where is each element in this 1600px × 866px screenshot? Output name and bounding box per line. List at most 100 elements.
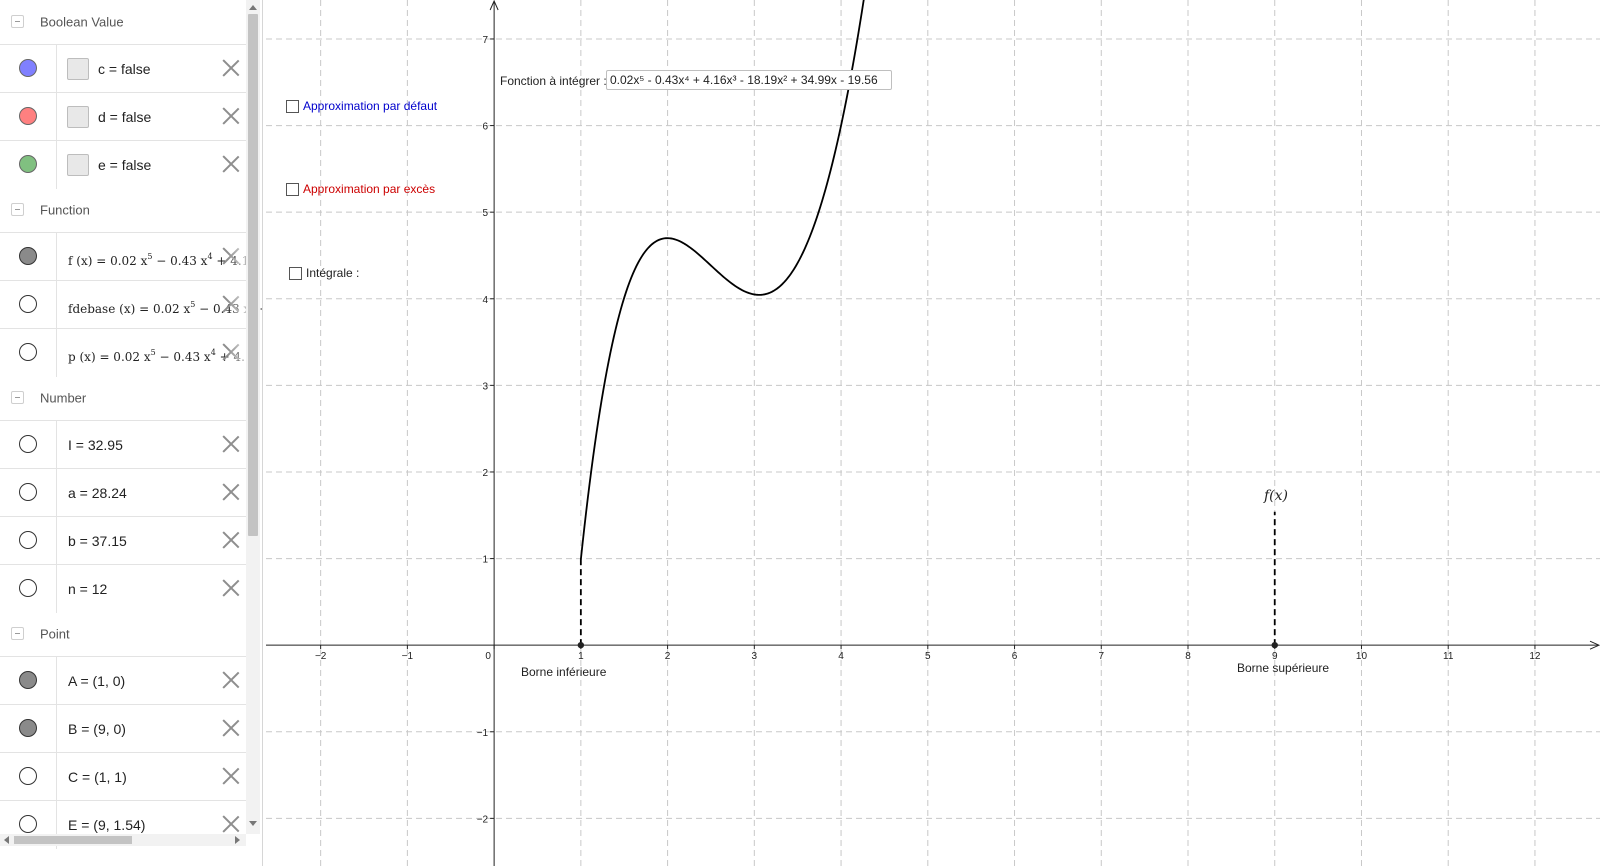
visibility-cell[interactable] [0, 705, 57, 753]
visibility-toggle-icon[interactable] [19, 435, 37, 453]
checkbox-approximation-exces-label[interactable]: Approximation par excès [303, 182, 435, 196]
visibility-cell[interactable] [0, 565, 57, 613]
point-A [577, 641, 585, 649]
algebra-row-point-A[interactable]: A = (1, 0) [0, 656, 250, 705]
y-tick-label: 1 [483, 555, 489, 566]
boolean-checkbox[interactable] [67, 106, 89, 128]
delete-icon[interactable] [222, 719, 240, 737]
vertical-scrollbar[interactable] [246, 0, 260, 834]
visibility-toggle-icon[interactable] [19, 155, 37, 173]
visibility-toggle-icon[interactable] [19, 815, 37, 833]
delete-icon[interactable] [222, 483, 240, 501]
algebra-row-function-fdebase[interactable]: fdebase (x) = 0.02 x5 − 0.43 x4 + [0, 280, 262, 329]
visibility-toggle-icon[interactable] [19, 247, 37, 265]
visibility-toggle-icon[interactable] [19, 531, 37, 549]
number-definition[interactable]: I = 32.95 [68, 421, 123, 469]
delete-icon[interactable] [222, 531, 240, 549]
visibility-toggle-icon[interactable] [19, 483, 37, 501]
collapse-icon[interactable] [11, 203, 24, 216]
section-header-function[interactable]: Function [0, 188, 250, 232]
algebra-row-number-n[interactable]: n = 12 [0, 564, 250, 613]
visibility-cell[interactable] [0, 657, 57, 705]
point-definition[interactable]: B = (9, 0) [68, 705, 126, 753]
graphics-view[interactable]: −2 −1 0 1 2 3 4 5 6 7 8 9 10 11 12 −2 −1 1 2 3 4 5 6 7 Fonction… [266, 0, 1600, 866]
horizontal-scrollbar[interactable] [0, 834, 246, 846]
section-header-boolean[interactable]: Boolean Value [0, 0, 250, 44]
visibility-cell[interactable] [0, 93, 57, 141]
function-input-field[interactable]: 0.02x⁵ - 0.43x⁴ + 4.16x³ - 18.19x² + 34.… [606, 70, 892, 90]
checkbox-integrale[interactable] [289, 267, 302, 280]
algebra-row-number-a[interactable]: a = 28.24 [0, 468, 250, 517]
visibility-cell[interactable] [0, 281, 57, 329]
delete-icon[interactable] [222, 579, 240, 597]
visibility-cell[interactable] [0, 233, 57, 281]
visibility-toggle-icon[interactable] [19, 671, 37, 689]
algebra-row-function-p[interactable]: p (x) = 0.02 x5 − 0.43 x4 + 4.16 [0, 328, 260, 377]
delete-icon[interactable] [222, 671, 240, 689]
algebra-row-boolean-c[interactable]: c = false [0, 44, 250, 93]
collapse-icon[interactable] [11, 15, 24, 28]
checkbox-approximation-exces[interactable] [286, 183, 299, 196]
visibility-cell[interactable] [0, 469, 57, 517]
x-tick-label: 5 [925, 651, 931, 662]
delete-icon[interactable] [222, 815, 240, 833]
checkbox-integrale-label[interactable]: Intégrale : [306, 266, 359, 280]
point-definition[interactable]: A = (1, 0) [68, 657, 125, 705]
algebra-row-function-f[interactable]: f (x) = 0.02 x5 − 0.43 x4 + 4.16 [0, 232, 257, 281]
boolean-checkbox[interactable] [67, 154, 89, 176]
algebra-row-boolean-d[interactable]: d = false [0, 92, 250, 141]
algebra-row-boolean-e[interactable]: e = false [0, 140, 250, 189]
delete-icon[interactable] [222, 107, 240, 125]
number-definition[interactable]: n = 12 [68, 565, 107, 613]
visibility-toggle-icon[interactable] [19, 579, 37, 597]
visibility-toggle-icon[interactable] [19, 59, 37, 77]
boolean-definition[interactable]: d = false [98, 93, 151, 141]
visibility-cell[interactable] [0, 141, 57, 189]
visibility-toggle-icon[interactable] [19, 719, 37, 737]
visibility-cell[interactable] [0, 45, 57, 93]
horizontal-scroll-thumb[interactable] [14, 836, 132, 844]
algebra-row-point-C[interactable]: C = (1, 1) [0, 752, 250, 801]
algebra-view: Boolean Value c = false d = false e = false… [0, 0, 263, 866]
section-header-point[interactable]: Point [0, 612, 250, 656]
boolean-checkbox[interactable] [67, 58, 89, 80]
scroll-up-arrow-icon[interactable] [249, 5, 257, 10]
delete-icon[interactable] [222, 155, 240, 173]
number-definition[interactable]: a = 28.24 [68, 469, 127, 517]
graph-canvas[interactable]: −2 −1 0 1 2 3 4 5 6 7 8 9 10 11 12−2−11234567 [266, 0, 1600, 866]
visibility-cell[interactable] [0, 329, 57, 377]
delete-icon[interactable] [222, 435, 240, 453]
x-tick-label: −1 [402, 651, 414, 662]
algebra-row-number-b[interactable]: b = 37.15 [0, 516, 250, 565]
x-tick-label: −2 [315, 651, 327, 662]
algebra-row-number-I[interactable]: I = 32.95 [0, 420, 250, 469]
visibility-cell[interactable] [0, 753, 57, 801]
visibility-cell[interactable] [0, 517, 57, 565]
borne-superieure-label: Borne supérieure [1237, 661, 1330, 675]
collapse-icon[interactable] [11, 627, 24, 640]
x-tick-label: 0 [485, 651, 491, 662]
visibility-toggle-icon[interactable] [19, 767, 37, 785]
delete-icon[interactable] [222, 59, 240, 77]
collapse-icon[interactable] [11, 391, 24, 404]
curve-label: f(x) [1264, 488, 1289, 504]
number-definition[interactable]: b = 37.15 [68, 517, 127, 565]
checkbox-approximation-defaut-label[interactable]: Approximation par défaut [303, 99, 437, 113]
scroll-right-arrow-icon[interactable] [235, 836, 240, 844]
algebra-row-point-B[interactable]: B = (9, 0) [0, 704, 250, 753]
visibility-cell[interactable] [0, 421, 57, 469]
visibility-toggle-icon[interactable] [19, 107, 37, 125]
checkbox-approximation-defaut[interactable] [286, 100, 299, 113]
vertical-scroll-thumb[interactable] [248, 14, 258, 536]
y-tick-label: 4 [483, 295, 489, 306]
boolean-definition[interactable]: e = false [98, 141, 151, 189]
delete-icon[interactable] [222, 767, 240, 785]
visibility-toggle-icon[interactable] [19, 343, 37, 361]
scroll-down-arrow-icon[interactable] [249, 821, 257, 826]
boolean-definition[interactable]: c = false [98, 45, 151, 93]
point-definition[interactable]: C = (1, 1) [68, 753, 127, 801]
section-header-number[interactable]: Number [0, 376, 250, 420]
scroll-left-arrow-icon[interactable] [4, 836, 9, 844]
function-input-label: Fonction à intégrer : [500, 74, 607, 88]
visibility-toggle-icon[interactable] [19, 295, 37, 313]
